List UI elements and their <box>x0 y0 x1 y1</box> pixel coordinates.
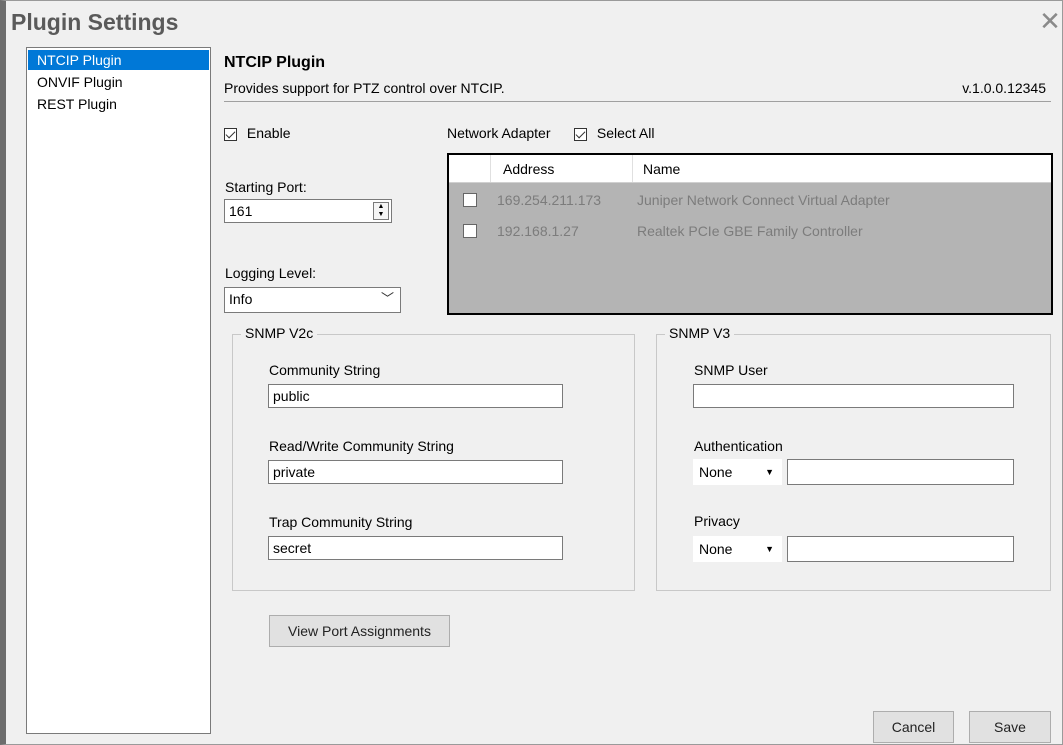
privacy-key-input[interactable] <box>787 536 1014 562</box>
enable-checkbox-row[interactable]: Enable <box>224 125 290 141</box>
adapter-name: Juniper Network Connect Virtual Adapter <box>637 192 890 208</box>
privacy-value: None <box>699 541 733 557</box>
plugin-title: NTCIP Plugin <box>224 54 326 71</box>
adapter-list-header: Address Name <box>449 155 1051 183</box>
enable-checkbox[interactable] <box>224 127 237 141</box>
select-all-checkbox[interactable] <box>574 127 587 141</box>
logging-level-label: Logging Level: <box>225 265 317 281</box>
chevron-down-icon: ﹀ <box>380 291 394 306</box>
sidebar-item-ntcip[interactable]: NTCIP Plugin <box>28 50 209 70</box>
community-string-label: Community String <box>269 362 381 378</box>
adapter-checkbox[interactable] <box>463 193 477 207</box>
rw-community-string-label: Read/Write Community String <box>269 438 454 454</box>
adapter-row[interactable]: 169.254.211.173 Juniper Network Connect … <box>449 185 1051 215</box>
cancel-button[interactable]: Cancel <box>873 711 954 743</box>
header-divider <box>224 101 1051 102</box>
authentication-value: None <box>699 464 733 480</box>
starting-port-label: Starting Port: <box>225 179 307 195</box>
window-title: Plugin Settings <box>11 9 179 35</box>
close-icon[interactable]: ✕ <box>1036 7 1063 35</box>
column-header-address[interactable]: Address <box>503 161 554 177</box>
authentication-key-input[interactable] <box>787 459 1014 485</box>
logging-level-select[interactable]: Info ﹀ <box>224 287 401 313</box>
dropdown-arrow-icon: ▼ <box>765 467 774 477</box>
plugin-version: v.1.0.0.12345 <box>962 80 1046 96</box>
snmp-user-input[interactable] <box>693 384 1014 408</box>
column-header-name[interactable]: Name <box>643 161 680 177</box>
adapter-address: 169.254.211.173 <box>497 192 602 208</box>
sidebar-item-onvif[interactable]: ONVIF Plugin <box>28 72 209 92</box>
logging-level-value: Info <box>229 291 253 307</box>
select-all-row[interactable]: Select All <box>574 125 654 141</box>
privacy-select[interactable]: None ▼ <box>693 536 782 562</box>
save-button[interactable]: Save <box>969 711 1051 743</box>
snmp-v3-legend: SNMP V3 <box>665 325 735 341</box>
starting-port-spinner[interactable]: ▲ ▼ <box>373 202 389 220</box>
plugin-settings-window: Plugin Settings ✕ NTCIP Plugin ONVIF Plu… <box>0 0 1063 745</box>
snmp-user-label: SNMP User <box>694 362 768 378</box>
plugin-list[interactable]: NTCIP Plugin ONVIF Plugin REST Plugin <box>26 47 211 734</box>
column-separator <box>490 155 491 182</box>
privacy-label: Privacy <box>694 513 740 529</box>
community-string-input[interactable]: public <box>268 384 563 408</box>
starting-port-input[interactable]: 161 <box>224 199 392 223</box>
adapter-row[interactable]: 192.168.1.27 Realtek PCIe GBE Family Con… <box>449 216 1051 246</box>
select-all-label: Select All <box>596 125 655 141</box>
adapter-name: Realtek PCIe GBE Family Controller <box>637 223 863 239</box>
adapter-checkbox[interactable] <box>463 224 477 238</box>
network-adapter-list[interactable]: Address Name 169.254.211.173 Juniper Net… <box>447 153 1053 315</box>
trap-community-string-label: Trap Community String <box>269 514 413 530</box>
column-separator <box>632 155 633 182</box>
network-adapter-label: Network Adapter <box>447 125 551 141</box>
dropdown-arrow-icon: ▼ <box>765 544 774 554</box>
sidebar-item-rest[interactable]: REST Plugin <box>28 94 209 114</box>
authentication-label: Authentication <box>694 438 783 454</box>
enable-label: Enable <box>246 125 291 141</box>
snmp-v2c-legend: SNMP V2c <box>241 325 318 341</box>
adapter-address: 192.168.1.27 <box>497 223 579 239</box>
plugin-description: Provides support for PTZ control over NT… <box>224 80 505 96</box>
authentication-select[interactable]: None ▼ <box>693 459 782 485</box>
trap-community-string-input[interactable]: secret <box>268 536 563 560</box>
view-port-assignments-button[interactable]: View Port Assignments <box>269 615 450 647</box>
rw-community-string-input[interactable]: private <box>268 460 563 484</box>
